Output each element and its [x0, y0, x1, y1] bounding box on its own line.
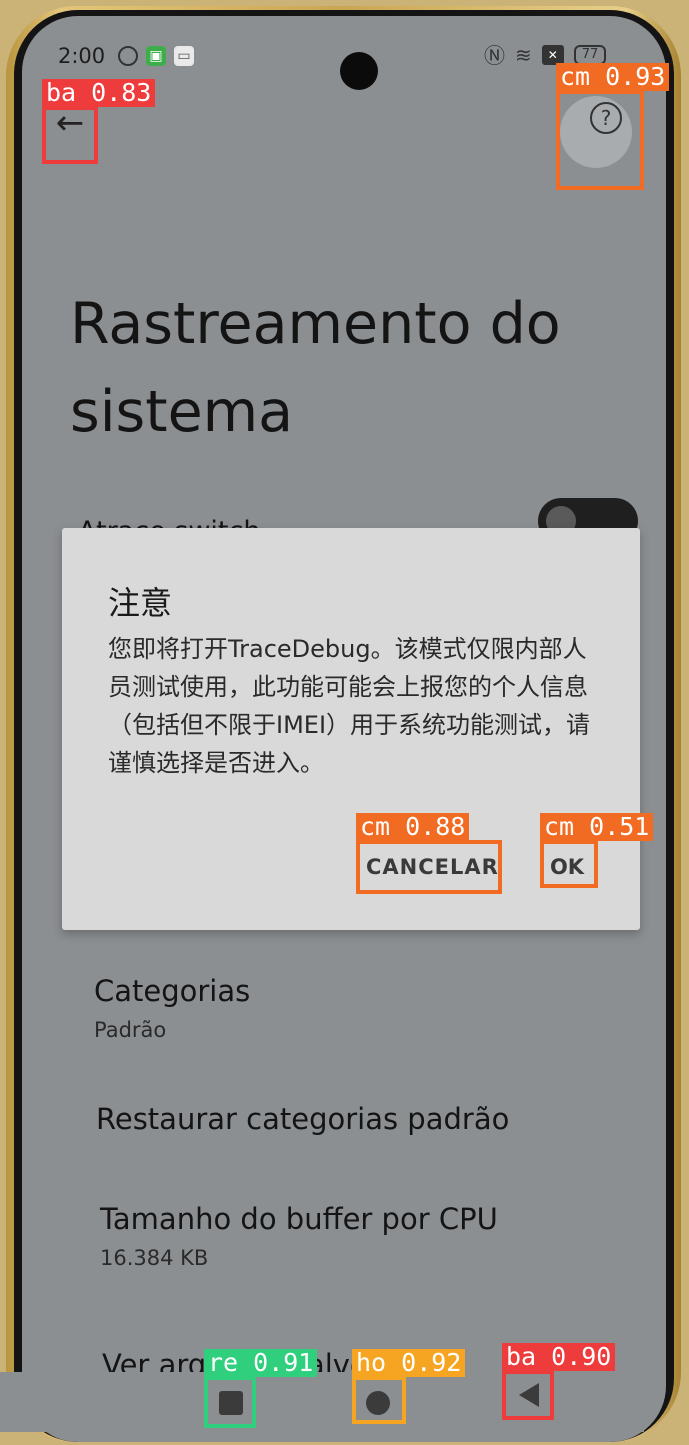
- setting-title: Restaurar categorias padrão: [96, 1102, 510, 1136]
- help-icon: ?: [590, 102, 622, 134]
- setting-subtitle: Padrão: [94, 1018, 167, 1042]
- shirt-icon: ▣: [146, 46, 166, 66]
- nfc-icon: Ⓝ: [484, 44, 505, 68]
- dialog-message: 您即将打开TraceDebug。该模式仅限内部人员测试使用，此功能可能会上报您的…: [108, 635, 591, 777]
- help-button[interactable]: ?: [560, 96, 632, 168]
- circle-icon: [366, 1391, 390, 1415]
- status-time: 2:00: [58, 44, 106, 68]
- ok-button[interactable]: OK: [540, 840, 594, 894]
- setting-categorias[interactable]: Categorias Padrão: [94, 974, 250, 1042]
- home-button[interactable]: [356, 1382, 400, 1424]
- square-icon: [219, 1391, 243, 1415]
- triangle-back-icon: [519, 1383, 539, 1407]
- vpn-icon: [118, 46, 138, 66]
- dialog-title: 注意: [108, 584, 173, 622]
- trace-debug-dialog: 注意 您即将打开TraceDebug。该模式仅限内部人员测试使用，此功能可能会上…: [62, 528, 640, 930]
- setting-title: Categorias: [94, 974, 251, 1008]
- nav-back-button[interactable]: [506, 1374, 552, 1416]
- battery-indicator: 77: [573, 45, 607, 65]
- no-sim-icon: ✕: [541, 45, 564, 65]
- setting-subtitle: 16.384 KB: [100, 1246, 209, 1270]
- status-right-icons: Ⓝ ≋ ✕ 77: [484, 40, 607, 70]
- wifi-icon: ≋: [515, 43, 532, 67]
- setting-buffer-size[interactable]: Tamanho do buffer por CPU 16.384 KB: [100, 1202, 498, 1270]
- message-icon: ▭: [174, 46, 194, 66]
- page-title: Rastreamento do sistema: [70, 291, 561, 445]
- setting-restore-categories[interactable]: Restaurar categorias padrão: [96, 1102, 509, 1136]
- back-arrow-icon[interactable]: ←: [44, 84, 96, 162]
- setting-title: Ver arquivos salvos: [102, 1348, 383, 1374]
- status-left-icons: ▣ ▭: [118, 46, 194, 66]
- cancel-button[interactable]: CANCELAR: [360, 840, 498, 894]
- front-camera: [340, 52, 378, 90]
- setting-title: Tamanho do buffer por CPU: [100, 1202, 498, 1236]
- setting-saved-files[interactable]: Ver arquivos salvos: [102, 1348, 383, 1374]
- recents-button[interactable]: [210, 1382, 252, 1424]
